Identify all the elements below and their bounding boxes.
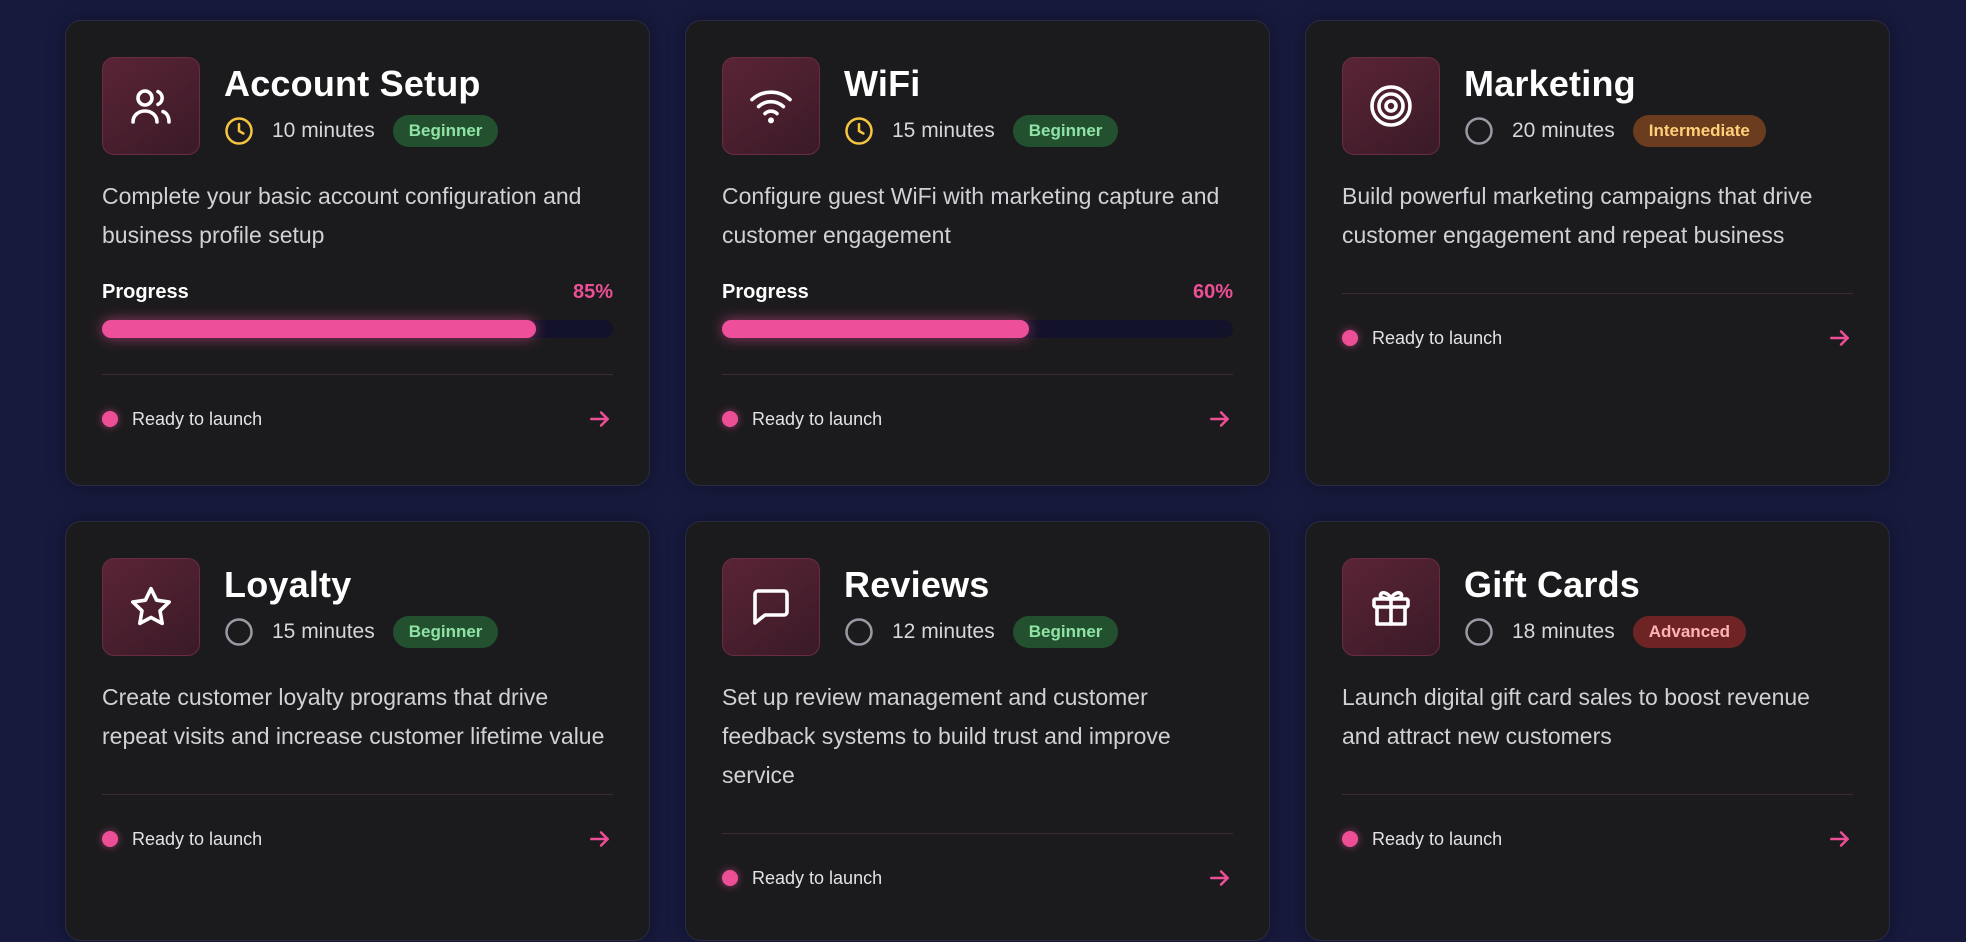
card-reviews[interactable]: Reviews 12 minutes Beginner Set up revie… bbox=[685, 521, 1270, 941]
arrow-right-icon[interactable] bbox=[1207, 406, 1233, 432]
card-loyalty[interactable]: Loyalty 15 minutes Beginner Create custo… bbox=[65, 521, 650, 941]
status-text: Ready to launch bbox=[1372, 327, 1503, 348]
users-icon bbox=[102, 57, 200, 155]
status-text: Ready to launch bbox=[132, 408, 263, 429]
gift-icon bbox=[1342, 558, 1440, 656]
wifi-icon bbox=[722, 57, 820, 155]
card-footer: Ready to launch bbox=[1342, 294, 1853, 382]
star-icon bbox=[102, 558, 200, 656]
card-footer: Ready to launch bbox=[102, 795, 613, 883]
card-header: WiFi 15 minutes Beginner bbox=[722, 57, 1233, 155]
status-dot bbox=[102, 831, 118, 847]
progress-bar-fill bbox=[102, 320, 537, 338]
card-header: Reviews 12 minutes Beginner bbox=[722, 558, 1233, 656]
card-title: Gift Cards bbox=[1464, 564, 1641, 605]
status-text: Ready to launch bbox=[132, 828, 263, 849]
clock-icon bbox=[844, 116, 874, 146]
progress-bar bbox=[722, 320, 1233, 338]
level-badge: Beginner bbox=[1012, 616, 1119, 648]
card-title: Reviews bbox=[844, 564, 990, 605]
arrow-right-icon[interactable] bbox=[587, 406, 613, 432]
message-square-icon bbox=[722, 558, 820, 656]
status-dot bbox=[102, 411, 118, 427]
arrow-right-icon[interactable] bbox=[587, 826, 613, 852]
card-description: Configure guest WiFi with marketing capt… bbox=[722, 183, 1220, 248]
card-description: Create customer loyalty programs that dr… bbox=[102, 684, 605, 749]
level-badge: Beginner bbox=[1012, 115, 1119, 147]
status-dot bbox=[722, 411, 738, 427]
card-marketing[interactable]: Marketing 20 minutes Intermediate Build … bbox=[1305, 20, 1890, 486]
progress-label: Progress bbox=[102, 281, 189, 303]
status-text: Ready to launch bbox=[752, 867, 883, 888]
card-title: Loyalty bbox=[224, 564, 352, 605]
duration: 15 minutes bbox=[272, 620, 375, 643]
card-header: Marketing 20 minutes Intermediate bbox=[1342, 57, 1853, 155]
card-header: Loyalty 15 minutes Beginner bbox=[102, 558, 613, 656]
duration: 10 minutes bbox=[272, 119, 375, 142]
clock-icon bbox=[844, 617, 874, 647]
card-wifi[interactable]: WiFi 15 minutes Beginner Configure guest… bbox=[685, 20, 1270, 486]
card-title: Account Setup bbox=[224, 63, 481, 104]
card-footer: Ready to launch bbox=[102, 375, 613, 463]
level-badge: Beginner bbox=[392, 616, 499, 648]
card-header: Gift Cards 18 minutes Advanced bbox=[1342, 558, 1853, 656]
card-title: WiFi bbox=[844, 63, 921, 104]
card-footer: Ready to launch bbox=[722, 375, 1233, 463]
card-description: Launch digital gift card sales to boost … bbox=[1342, 684, 1810, 749]
progress-percent: 60% bbox=[1192, 281, 1233, 303]
status-text: Ready to launch bbox=[1372, 828, 1503, 849]
card-header: Account Setup 10 minutes Beginner bbox=[102, 57, 613, 155]
progress-bar-fill bbox=[722, 320, 1029, 338]
card-title: Marketing bbox=[1464, 63, 1636, 104]
status-dot bbox=[1342, 831, 1358, 847]
duration: 12 minutes bbox=[892, 620, 995, 643]
setup-cards-grid: Account Setup 10 minutes Beginner Comple… bbox=[65, 20, 1890, 941]
status-dot bbox=[1342, 330, 1358, 346]
arrow-right-icon[interactable] bbox=[1207, 865, 1233, 891]
level-badge: Advanced bbox=[1632, 616, 1746, 648]
clock-icon bbox=[224, 116, 254, 146]
target-icon bbox=[1342, 57, 1440, 155]
card-account-setup[interactable]: Account Setup 10 minutes Beginner Comple… bbox=[65, 20, 650, 486]
card-gift-cards[interactable]: Gift Cards 18 minutes Advanced Launch di… bbox=[1305, 521, 1890, 941]
duration: 18 minutes bbox=[1512, 620, 1615, 643]
card-footer: Ready to launch bbox=[1342, 795, 1853, 883]
card-description: Set up review management and customer fe… bbox=[722, 684, 1171, 788]
progress-label: Progress bbox=[722, 281, 809, 303]
progress-percent: 85% bbox=[572, 281, 613, 303]
card-description: Complete your basic account configuratio… bbox=[102, 183, 582, 248]
status-text: Ready to launch bbox=[752, 408, 883, 429]
clock-icon bbox=[1464, 116, 1494, 146]
arrow-right-icon[interactable] bbox=[1827, 325, 1853, 351]
card-footer: Ready to launch bbox=[722, 834, 1233, 922]
duration: 20 minutes bbox=[1512, 119, 1615, 142]
progress-bar bbox=[102, 320, 613, 338]
duration: 15 minutes bbox=[892, 119, 995, 142]
clock-icon bbox=[224, 617, 254, 647]
level-badge: Beginner bbox=[392, 115, 499, 147]
progress-section: Progress 85% bbox=[102, 281, 613, 338]
card-description: Build powerful marketing campaigns that … bbox=[1342, 183, 1813, 248]
progress-section: Progress 60% bbox=[722, 281, 1233, 338]
status-dot bbox=[722, 870, 738, 886]
level-badge: Intermediate bbox=[1632, 115, 1766, 147]
arrow-right-icon[interactable] bbox=[1827, 826, 1853, 852]
clock-icon bbox=[1464, 617, 1494, 647]
